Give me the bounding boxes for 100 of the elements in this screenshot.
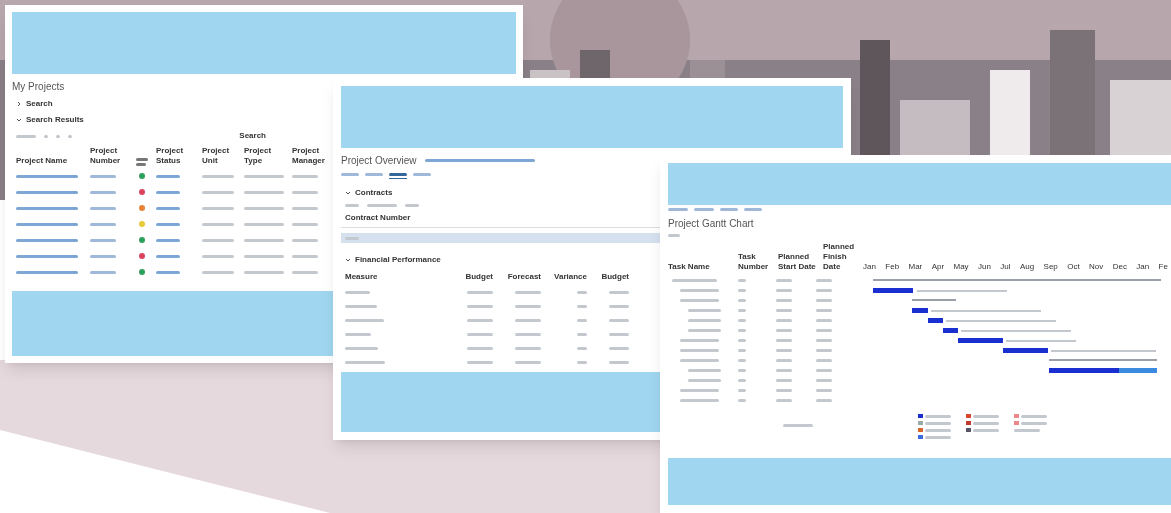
blurred-text: [515, 319, 541, 322]
blurred-text: [680, 388, 719, 392]
blurred-text: [292, 238, 318, 242]
blurred-text: [90, 206, 116, 210]
blurred-text: [680, 358, 719, 362]
month-label: Apr: [931, 262, 945, 272]
blurred-text: [345, 361, 385, 364]
blurred-text: [345, 305, 377, 308]
month-label: Jun: [978, 262, 991, 272]
search-button[interactable]: Search: [239, 130, 266, 142]
blurred-text: [973, 414, 999, 418]
month-label: Jan: [863, 262, 876, 272]
blurred-text: [365, 173, 383, 176]
blurred-text: [202, 222, 234, 226]
blurred-text: [609, 347, 629, 350]
page-title: My Projects: [12, 80, 66, 94]
blurred-text: [156, 238, 180, 242]
chevron-down-icon[interactable]: [345, 257, 351, 263]
legend-swatch-icon: [966, 421, 971, 425]
month-label: Jul: [1000, 262, 1011, 272]
blurred-text: [816, 398, 832, 402]
blurred-text: [816, 278, 832, 282]
legend-swatch-icon: [1014, 414, 1019, 418]
blurred-text: [467, 361, 493, 364]
blurred-text: [292, 174, 318, 178]
blurred-text: [744, 208, 762, 211]
blurred-text: [776, 288, 792, 292]
blurred-text: [973, 428, 999, 432]
blurred-text: [577, 319, 587, 322]
blurred-text: [776, 318, 792, 322]
column-header: Project Name: [16, 156, 69, 166]
blurred-text: [816, 328, 832, 332]
blurred-text: [776, 358, 792, 362]
blurred-text: [90, 270, 116, 274]
blurred-text: [16, 270, 78, 274]
blurred-text: [156, 174, 180, 178]
blurred-text: [609, 361, 629, 364]
blurred-text: [925, 421, 951, 425]
month-label: May: [953, 262, 969, 272]
blurred-text: [292, 190, 318, 194]
month-label: Jan: [1136, 262, 1150, 272]
blurred-text: [467, 305, 493, 308]
blurred-text: [156, 270, 180, 274]
blurred-text: [577, 361, 587, 364]
blurred-text: [776, 278, 792, 282]
blurred-text: [16, 206, 78, 210]
blurred-text: [16, 190, 78, 194]
blurred-text: [925, 435, 951, 439]
month-label: Dec: [1112, 262, 1127, 272]
blurred-text: [816, 348, 832, 352]
column-header: Measure: [345, 271, 379, 283]
blurred-text: [292, 270, 318, 274]
blurred-text: [1021, 414, 1047, 418]
section-heading: Financial Performance: [355, 254, 441, 266]
blurred-text: [515, 333, 541, 336]
blurred-text: [668, 208, 688, 211]
blurred-text: [345, 347, 378, 350]
blurred-text: [156, 254, 180, 258]
blurred-text: [720, 208, 738, 211]
blurred-text: [345, 291, 370, 294]
blurred-text: [202, 238, 234, 242]
chevron-down-icon[interactable]: [345, 190, 351, 196]
blurred-text: [292, 222, 318, 226]
blurred-text: [90, 238, 116, 242]
blurred-text: [16, 254, 78, 258]
blurred-text: [413, 173, 431, 176]
blurred-text: [680, 298, 719, 302]
blurred-text: [776, 378, 792, 382]
blurred-text: [56, 134, 60, 138]
chevron-right-icon[interactable]: [16, 101, 22, 107]
column-header: Project Manager: [292, 146, 326, 166]
blurred-text: [68, 134, 72, 138]
blurred-text: [925, 428, 951, 432]
blurred-text: [515, 347, 541, 350]
blurred-text: [292, 206, 318, 210]
month-label: Sep: [1043, 262, 1058, 272]
blurred-text: [244, 222, 284, 226]
tab[interactable]: [389, 173, 407, 179]
blurred-text: [202, 190, 234, 194]
chevron-down-icon[interactable]: [16, 117, 22, 123]
legend-swatch-icon: [918, 421, 923, 425]
blurred-text: [156, 206, 180, 210]
blurred-text: [16, 222, 78, 226]
blurred-text: [136, 158, 148, 161]
column-header: Task Name: [668, 262, 711, 272]
blurred-text: [783, 424, 813, 427]
month-label: Aug: [1019, 262, 1035, 272]
blurred-text: [776, 338, 792, 342]
blurred-text: [577, 347, 587, 350]
blurred-text: [694, 208, 714, 211]
legend-swatch-icon: [1014, 421, 1019, 425]
blurred-text: [577, 291, 587, 294]
column-header: Project Unit: [202, 146, 231, 166]
column-header: Budget: [464, 271, 493, 283]
blurred-text: [90, 254, 116, 258]
blurred-text: [577, 333, 587, 336]
column-header: Forecast: [506, 271, 541, 283]
legend-swatch-icon: [918, 414, 923, 418]
blurred-text: [925, 414, 951, 418]
blurred-text: [156, 222, 180, 226]
